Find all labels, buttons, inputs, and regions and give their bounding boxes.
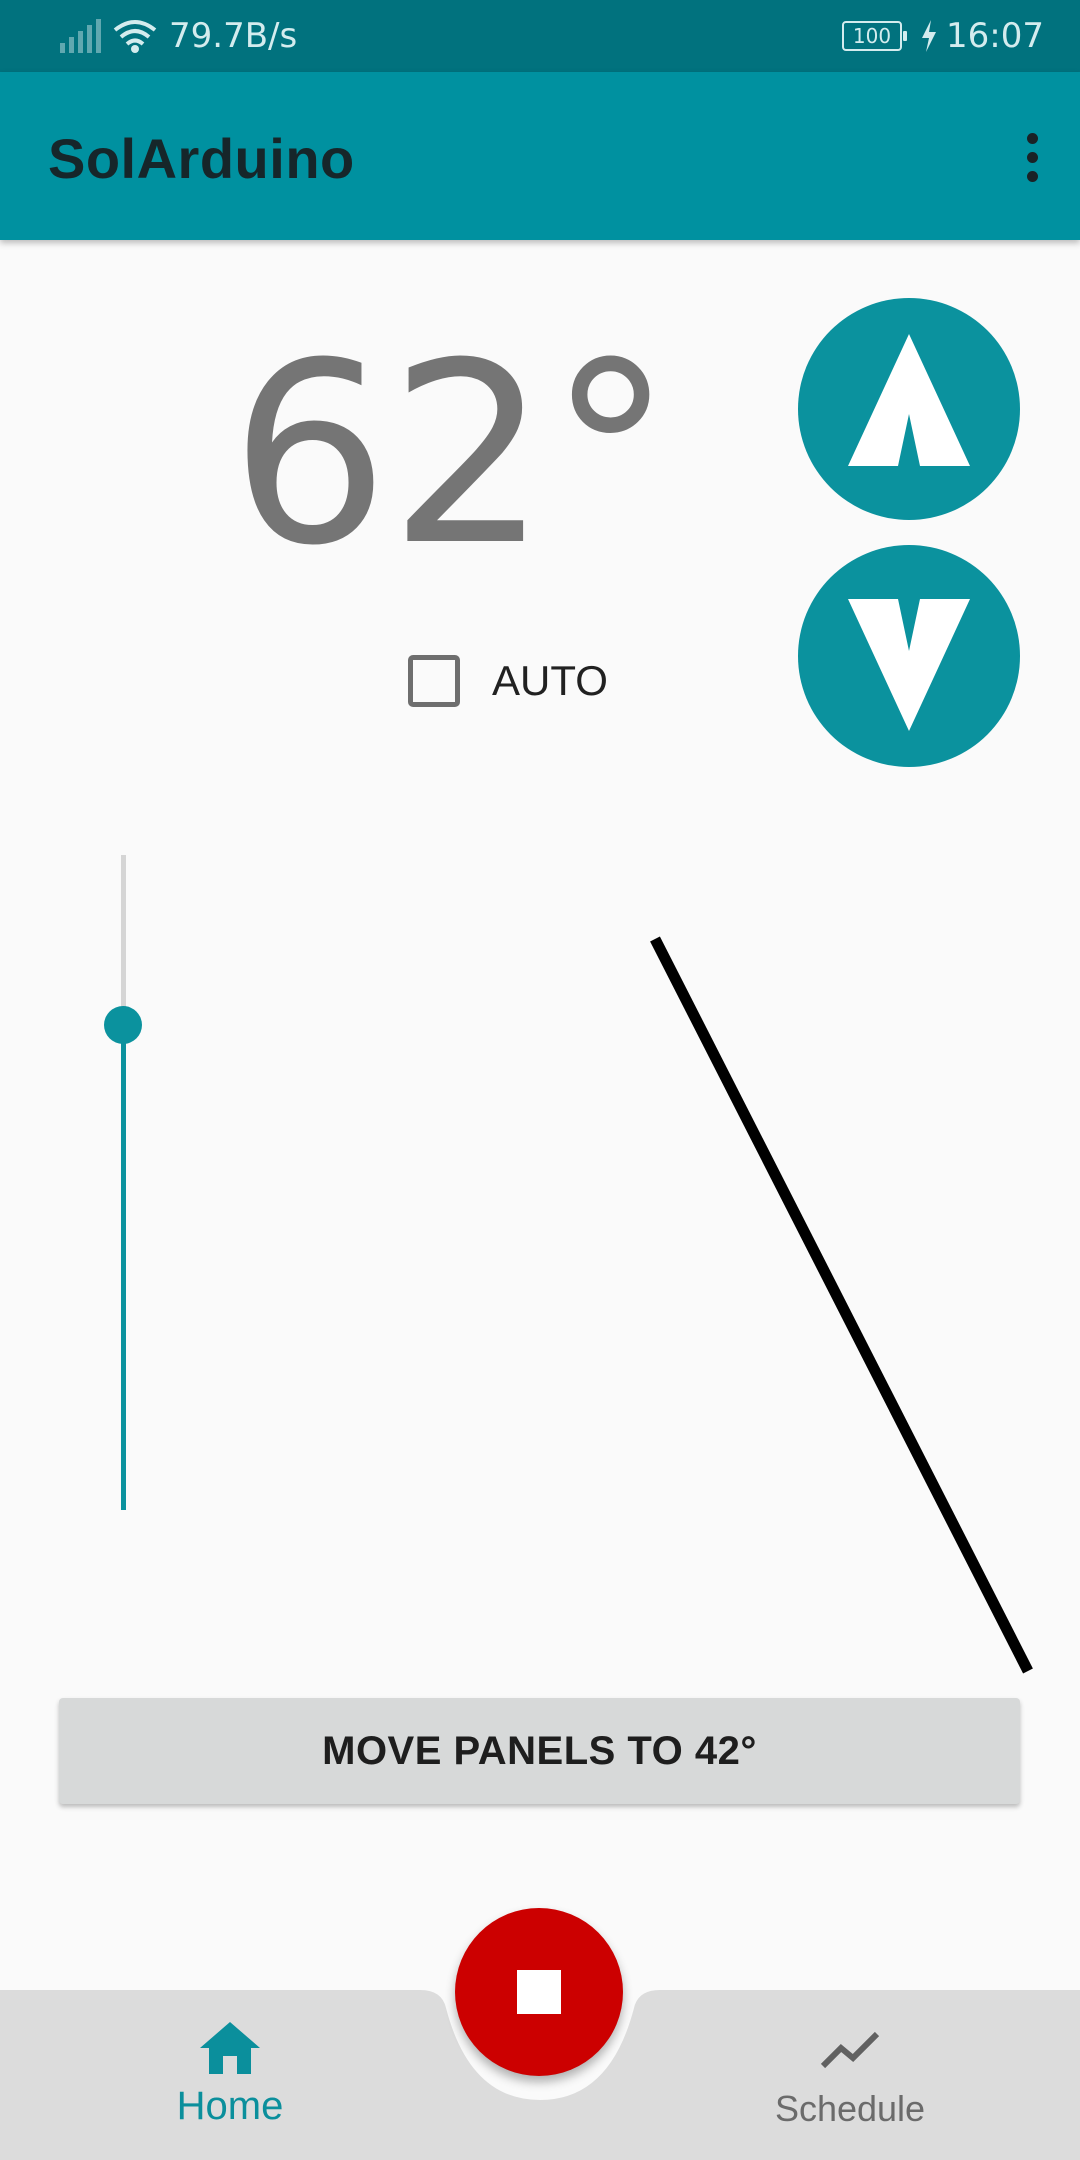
- battery-icon: 100: [842, 21, 908, 51]
- nav-item-schedule[interactable]: Schedule: [740, 1990, 960, 2160]
- auto-checkbox[interactable]: [408, 655, 460, 707]
- app-title: SolArduino: [48, 127, 355, 190]
- home-icon: [200, 2022, 260, 2074]
- battery-level: 100: [852, 24, 892, 48]
- status-right: 100 16:07: [842, 0, 1044, 72]
- up-button[interactable]: [798, 298, 1020, 520]
- panel-angle-visual: [650, 936, 1033, 1674]
- wifi-icon: [113, 20, 157, 53]
- move-panels-button[interactable]: MOVE PANELS TO 42°: [59, 1698, 1020, 1804]
- down-button[interactable]: [798, 545, 1020, 767]
- arrow-up-icon: [848, 334, 970, 466]
- current-angle: 62°: [230, 309, 674, 600]
- auto-checkbox-row[interactable]: AUTO: [408, 654, 608, 708]
- panel-line: [650, 936, 1033, 1674]
- arrow-down-icon: [848, 599, 970, 731]
- status-time: 16:07: [946, 16, 1044, 56]
- slider-fill: [121, 1025, 126, 1510]
- more-vert-icon[interactable]: [1014, 128, 1050, 188]
- nav-item-home[interactable]: Home: [130, 1990, 330, 2160]
- status-left: 79.7B/s: [60, 0, 297, 72]
- trending-icon: [820, 2031, 880, 2069]
- auto-label: AUTO: [492, 657, 608, 704]
- nav-label-home: Home: [176, 2084, 284, 2128]
- status-bar: 79.7B/s 100 16:07: [0, 0, 1080, 72]
- charging-icon: [922, 20, 937, 52]
- signal-icon: [60, 19, 101, 53]
- slider-thumb[interactable]: [104, 1006, 142, 1045]
- nav-label-schedule: Schedule: [774, 2088, 926, 2129]
- network-speed: 79.7B/s: [169, 16, 298, 56]
- stop-button[interactable]: [455, 1908, 623, 2076]
- app-bar: SolArduino: [0, 72, 1080, 240]
- stop-icon: [517, 1970, 561, 2014]
- angle-slider[interactable]: [103, 855, 143, 1510]
